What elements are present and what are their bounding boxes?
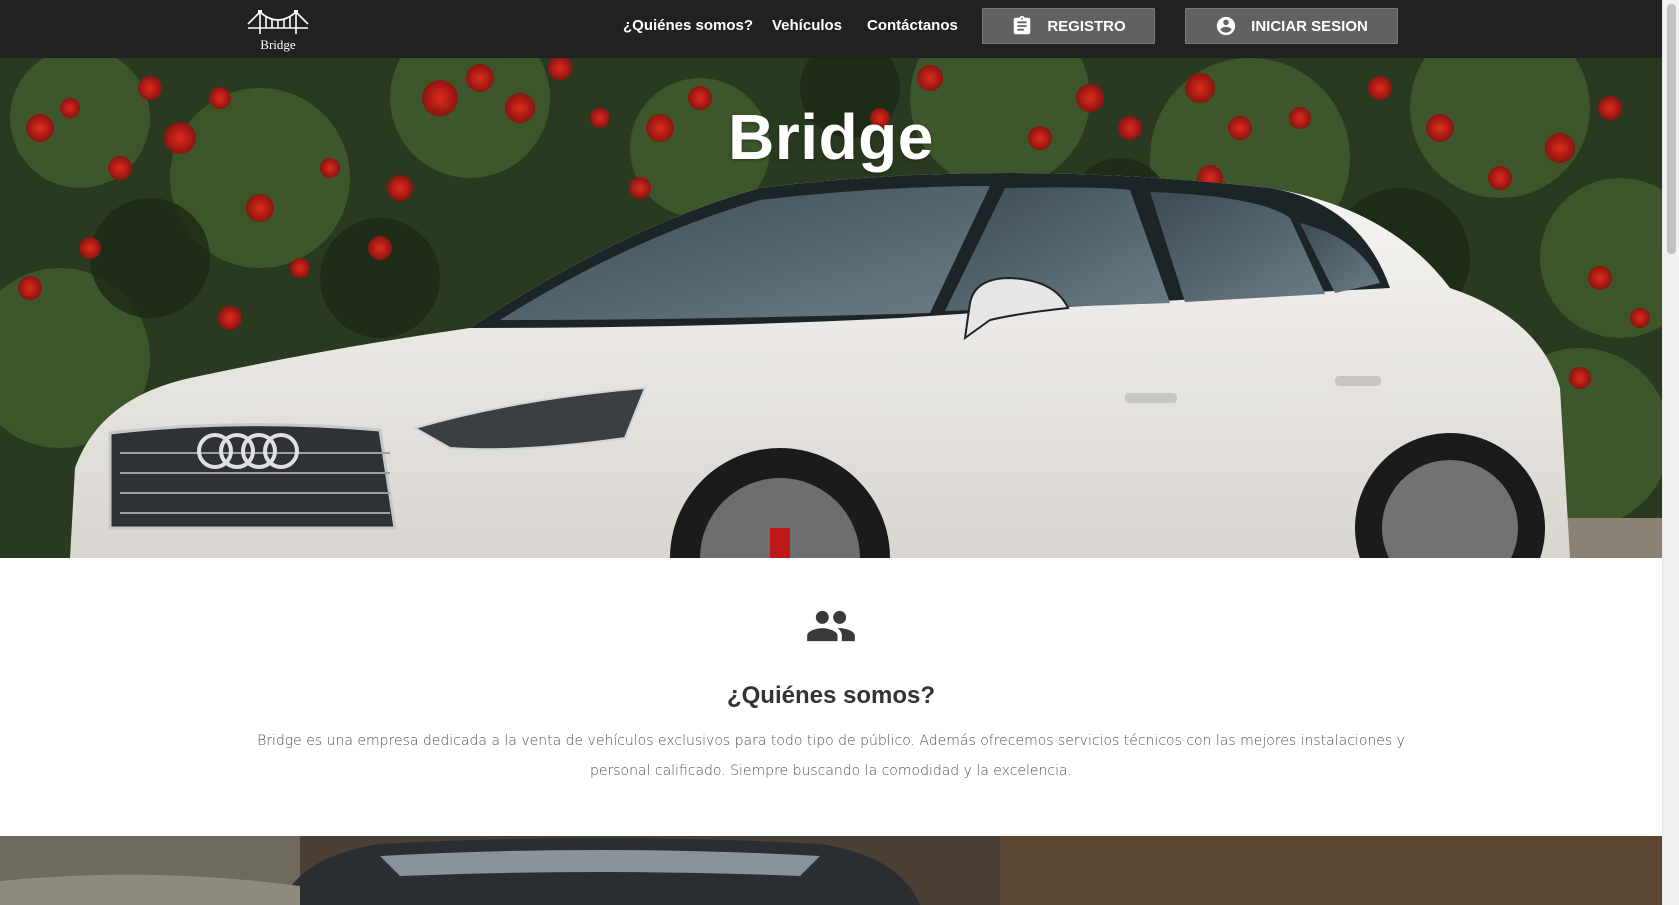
account-circle-icon bbox=[1215, 15, 1237, 37]
nav-link-quienes-somos[interactable]: ¿Quiénes somos? bbox=[623, 16, 753, 36]
about-title: ¿Quiénes somos? bbox=[726, 682, 936, 709]
login-button[interactable]: INICIAR SESION bbox=[1185, 8, 1398, 44]
about-section: ¿Quiénes somos? Bridge es una empresa de… bbox=[0, 558, 1662, 836]
login-button-label: INICIAR SESION bbox=[1251, 17, 1368, 35]
vehicles-banner-image bbox=[0, 836, 1662, 905]
register-button[interactable]: REGISTRO bbox=[982, 8, 1155, 44]
page: Bridge ¿Quiénes somos? Vehículos Contáct… bbox=[0, 0, 1662, 905]
brand-name: Bridge bbox=[260, 37, 296, 52]
page-scrollbar[interactable] bbox=[1662, 0, 1679, 905]
nav-link-contactanos[interactable]: Contáctanos bbox=[867, 16, 958, 36]
brand-logo[interactable]: Bridge bbox=[246, 6, 310, 54]
nav-link-vehiculos[interactable]: Vehículos bbox=[772, 16, 842, 36]
bridge-logo-icon bbox=[247, 10, 309, 34]
scrollbar-thumb[interactable] bbox=[1667, 4, 1676, 254]
hero-banner: Bridge bbox=[0, 58, 1662, 558]
hero-title: Bridge bbox=[728, 101, 934, 173]
register-button-label: REGISTRO bbox=[1047, 17, 1126, 35]
navbar: Bridge ¿Quiénes somos? Vehículos Contáct… bbox=[0, 0, 1662, 58]
about-description: Bridge es una empresa dedicada a la vent… bbox=[257, 733, 1405, 779]
people-icon bbox=[805, 606, 857, 646]
clipboard-icon bbox=[1011, 15, 1033, 37]
